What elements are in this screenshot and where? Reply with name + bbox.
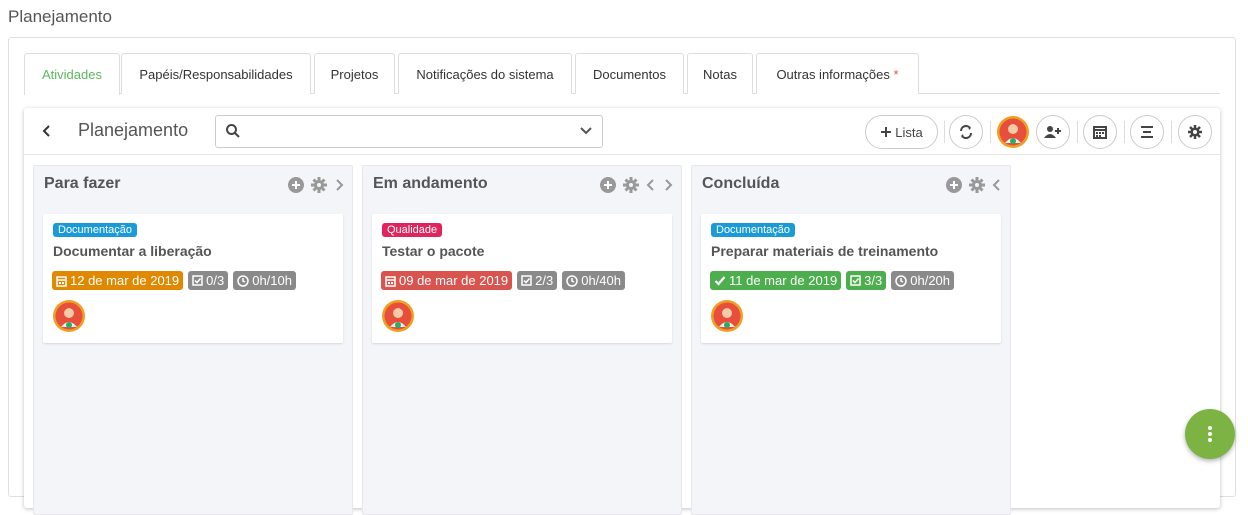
add-circle-icon[interactable]	[600, 177, 616, 193]
column-concluida: Concluída Documentação Preparar materiai…	[691, 165, 1011, 515]
checkbox-icon	[850, 275, 861, 286]
category-tag: Documentação	[53, 223, 137, 237]
tab-notificacoes[interactable]: Notificações do sistema	[398, 53, 572, 94]
category-tag: Documentação	[711, 223, 795, 237]
checklist-text: 0/3	[206, 273, 225, 288]
avatar-icon[interactable]	[52, 299, 86, 333]
tab-projetos[interactable]: Projetos	[314, 53, 395, 94]
column-para-fazer: Para fazer Documentação Documentar a lib…	[33, 165, 353, 515]
board-title: Planejamento	[78, 120, 189, 140]
tab-outras-label: Outras informações	[776, 66, 890, 82]
add-circle-icon[interactable]	[288, 177, 304, 193]
vertical-dots-icon	[1208, 426, 1212, 442]
column-header: Em andamento	[363, 166, 681, 204]
chevron-down-icon[interactable]	[579, 126, 593, 136]
due-date-text: 12 de mar de 2019	[70, 273, 180, 288]
calendar-button[interactable]	[1083, 115, 1117, 149]
main-container: Atividades Papéis/Responsabilidades Proj…	[8, 37, 1236, 515]
avatar-icon	[997, 116, 1029, 148]
page-title: Planejamento	[8, 7, 112, 26]
tab-outras-informacoes[interactable]: Outras informações *	[756, 53, 919, 94]
column-title: Concluída	[702, 175, 780, 192]
checklist-badge: 2/3	[517, 271, 558, 290]
board-toolbar: Planejamento Lista	[24, 108, 1220, 155]
back-button[interactable]	[40, 120, 54, 142]
column-em-andamento: Em andamento Qualidade Testar o pacote 0…	[362, 165, 682, 515]
search-icon	[226, 124, 240, 138]
task-card[interactable]: Documentação Documentar a liberação 12 d…	[43, 214, 343, 343]
user-filter-avatar[interactable]	[996, 115, 1030, 149]
time-badge: 0h/10h	[233, 271, 296, 290]
gear-icon	[1188, 125, 1202, 139]
due-date-text: 11 de mar de 2019	[729, 273, 838, 288]
clock-icon	[566, 274, 578, 287]
chevron-right-icon[interactable]	[334, 177, 344, 193]
chevron-left-icon[interactable]	[646, 177, 656, 193]
clock-icon	[237, 274, 249, 287]
align-button[interactable]	[1130, 115, 1164, 149]
avatar-icon[interactable]	[710, 299, 744, 333]
category-tag: Qualidade	[382, 223, 443, 237]
checkbox-icon	[521, 275, 532, 286]
more-actions-button[interactable]	[1185, 409, 1235, 459]
card-title: Testar o pacote	[382, 243, 485, 259]
chevron-left-icon	[42, 125, 50, 137]
column-header: Concluída	[692, 166, 1010, 204]
column-header: Para fazer	[34, 166, 352, 204]
chevron-right-icon[interactable]	[663, 177, 673, 193]
calendar-icon	[56, 275, 67, 287]
user-plus-icon	[1044, 126, 1061, 138]
add-user-button[interactable]	[1036, 115, 1070, 149]
task-card[interactable]: Documentação Preparar materiais de trein…	[701, 214, 1001, 343]
gear-icon[interactable]	[311, 177, 327, 193]
tab-documentos[interactable]: Documentos	[575, 53, 684, 94]
checklist-badge: 3/3	[846, 271, 887, 290]
gear-icon[interactable]	[623, 177, 639, 193]
time-text: 0h/20h	[910, 273, 951, 288]
tab-papeis-responsabilidades[interactable]: Papéis/Responsabilidades	[121, 53, 311, 94]
checkbox-icon	[192, 275, 203, 286]
tab-atividades[interactable]: Atividades	[24, 53, 120, 95]
due-date-badge: 11 de mar de 2019	[710, 271, 842, 290]
kanban-panel: Planejamento Lista Para fazer Documentaç…	[24, 108, 1220, 515]
card-title: Documentar a liberação	[53, 243, 212, 259]
calendar-icon	[1093, 126, 1107, 139]
tab-bar: Atividades Papéis/Responsabilidades Proj…	[24, 53, 1220, 95]
time-badge: 0h/40h	[562, 271, 625, 290]
column-title: Em andamento	[373, 175, 488, 192]
due-date-text: 09 de mar de 2019	[399, 273, 509, 288]
add-circle-icon[interactable]	[946, 177, 962, 193]
time-text: 0h/10h	[252, 273, 292, 288]
card-title: Preparar materiais de treinamento	[711, 243, 939, 259]
due-date-badge: 12 de mar de 2019	[52, 271, 184, 290]
search-input[interactable]	[215, 115, 603, 148]
checklist-text: 2/3	[535, 273, 554, 288]
chevron-left-icon[interactable]	[992, 177, 1002, 193]
add-list-label: Lista	[895, 124, 923, 140]
checklist-text: 3/3	[864, 273, 883, 288]
task-card[interactable]: Qualidade Testar o pacote 09 de mar de 2…	[372, 214, 672, 343]
calendar-icon	[385, 275, 396, 287]
avatar-icon[interactable]	[381, 299, 415, 333]
gear-icon[interactable]	[969, 177, 985, 193]
check-icon	[714, 276, 726, 286]
plus-icon	[881, 127, 892, 137]
tab-notas[interactable]: Notas	[687, 53, 753, 94]
time-text: 0h/40h	[581, 273, 621, 288]
time-badge: 0h/20h	[891, 271, 955, 290]
align-center-icon	[1141, 126, 1153, 138]
due-date-badge: 09 de mar de 2019	[381, 271, 513, 290]
clock-icon	[895, 274, 907, 287]
column-title: Para fazer	[44, 175, 121, 192]
checklist-badge: 0/3	[188, 271, 229, 290]
refresh-icon	[960, 125, 972, 139]
add-list-button[interactable]: Lista	[865, 115, 938, 149]
settings-button[interactable]	[1178, 115, 1212, 149]
required-marker: *	[893, 66, 899, 82]
refresh-button[interactable]	[949, 115, 983, 149]
